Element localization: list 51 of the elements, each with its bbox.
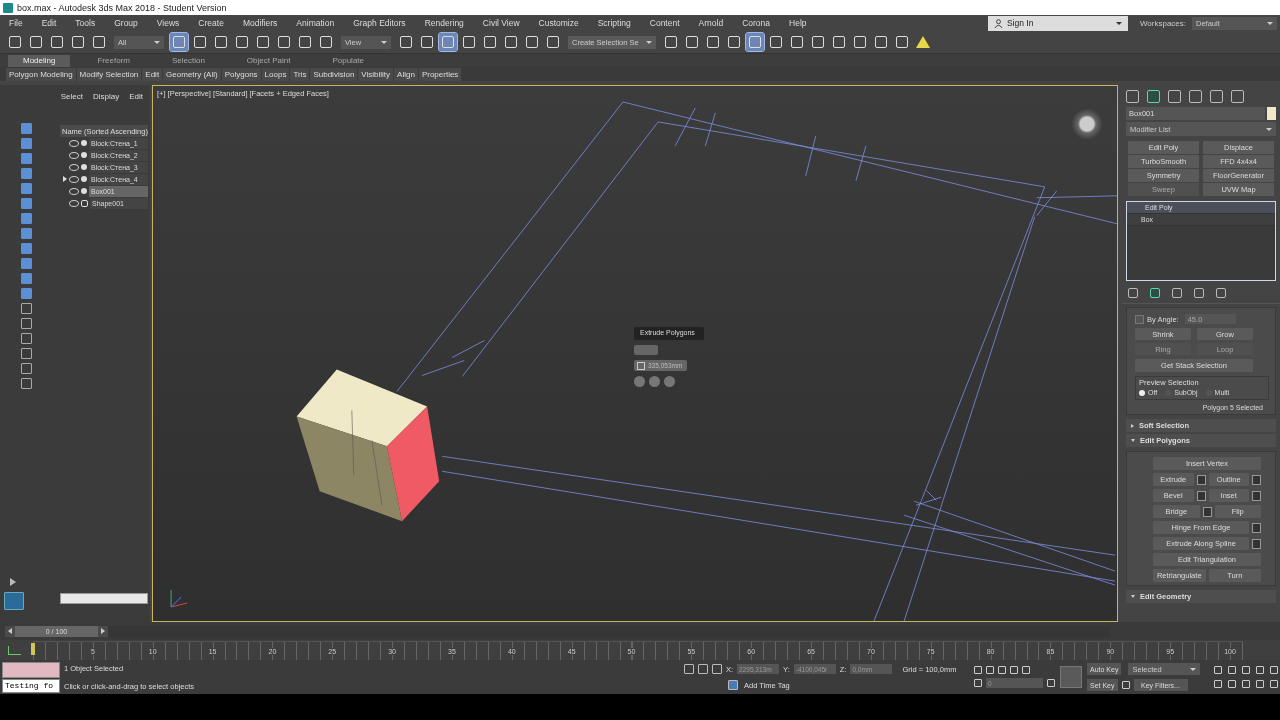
menu-item[interactable]: Scripting xyxy=(592,18,636,28)
menu-item[interactable]: Help xyxy=(784,18,812,28)
window-title: box.max - Autodesk 3ds Max 2018 - Student Version xyxy=(17,2,227,13)
explorer-menu-item[interactable]: Select xyxy=(55,91,88,101)
ribbon-panel-button[interactable]: Modify Selection xyxy=(76,67,142,81)
listener-field[interactable] xyxy=(2,661,60,678)
ribbon-tab[interactable]: Freeform xyxy=(82,54,145,67)
ribbon-tab[interactable]: Modeling xyxy=(8,54,71,67)
menu-item[interactable]: Views xyxy=(151,18,185,28)
workspaces-label: Workspaces: xyxy=(1139,18,1186,28)
menu-item[interactable]: Civil View xyxy=(477,18,525,28)
menu-item[interactable]: Graph Editors xyxy=(348,18,411,28)
menu-item[interactable]: File xyxy=(4,18,28,28)
ribbon-panel-button[interactable]: Loops xyxy=(261,67,290,81)
box-drawing[interactable] xyxy=(296,369,440,522)
explorer-menu-item[interactable]: Edit xyxy=(124,91,148,101)
menu-item[interactable]: Content xyxy=(644,18,685,28)
menu-item[interactable]: Create xyxy=(193,18,229,28)
menu-item[interactable]: Arnold xyxy=(693,18,729,28)
ribbon-tab[interactable]: Populate xyxy=(317,54,379,67)
expand-arrow-icon[interactable] xyxy=(63,176,67,182)
ribbon-panel-button[interactable]: Tris xyxy=(290,67,310,81)
menu-item[interactable]: Group xyxy=(109,18,143,28)
explorer-menu-item[interactable]: Display xyxy=(87,91,125,101)
menu-item[interactable]: Modifiers xyxy=(237,18,283,28)
ribbon-tab[interactable]: Object Paint xyxy=(231,54,306,67)
menu-item[interactable]: Tools xyxy=(70,18,101,28)
ribbon-panel-button[interactable]: Polygons xyxy=(221,67,261,81)
ribbon-panel-button[interactable]: Properties xyxy=(418,67,462,81)
menu-item[interactable]: Edit xyxy=(36,18,62,28)
ribbon-panel-button[interactable]: Subdivision xyxy=(310,67,358,81)
sign-in-button[interactable]: Sign In xyxy=(987,15,1128,31)
ribbon-panel-button[interactable]: Polygon Modeling xyxy=(6,67,76,81)
ribbon-panel-button[interactable]: Visibility xyxy=(358,67,394,81)
ribbon-panel-button[interactable]: Geometry (All) xyxy=(163,67,221,81)
user-icon xyxy=(993,18,1003,28)
horizontal-scrollbar[interactable] xyxy=(60,593,148,604)
menu-item[interactable]: Customize xyxy=(533,18,584,28)
app-logo-icon xyxy=(3,2,13,13)
axis-tripod-icon xyxy=(170,589,188,608)
object-color-swatch[interactable] xyxy=(1267,107,1276,120)
ribbon-panel-button[interactable]: Edit xyxy=(142,67,163,81)
current-frame-marker[interactable] xyxy=(31,642,35,655)
menu-item[interactable]: Rendering xyxy=(419,18,469,28)
ribbon-tab[interactable]: Selection xyxy=(156,54,220,67)
menu-item[interactable]: Corona xyxy=(737,18,776,28)
menu-item[interactable]: Animation xyxy=(291,18,340,28)
ribbon-panel-button[interactable]: Align xyxy=(394,67,418,81)
checkbox[interactable] xyxy=(1135,314,1144,324)
script-field[interactable]: Testing fo xyxy=(2,678,60,693)
shape-icon xyxy=(81,199,88,207)
